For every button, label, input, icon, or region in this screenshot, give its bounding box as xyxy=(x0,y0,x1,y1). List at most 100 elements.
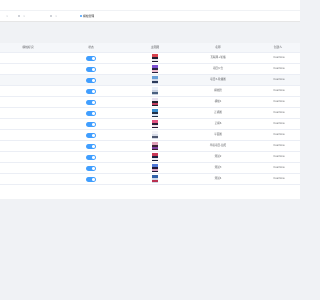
status-toggle[interactable] xyxy=(86,166,96,171)
banner-name: 项目公告 xyxy=(212,67,224,70)
table-row[interactable]: 平面图 Cusmine xyxy=(0,130,300,141)
creator-name: Cusmine xyxy=(273,122,285,125)
thumbnail-band xyxy=(152,103,158,105)
thumbnail-band xyxy=(152,54,158,57)
thumbnail-band xyxy=(152,109,158,112)
creator-name: Cusmine xyxy=(273,144,285,147)
toggle-knob xyxy=(91,111,96,116)
status-toggle[interactable] xyxy=(86,144,96,149)
thumbnail-band xyxy=(152,92,158,94)
toggle-knob xyxy=(91,67,96,72)
dot-icon xyxy=(18,15,20,17)
table-row[interactable]: 正横6 Cusmine xyxy=(0,119,300,130)
thumbnail-band xyxy=(152,131,158,134)
creator-name: Cusmine xyxy=(273,56,285,59)
table-row[interactable]: 横幅1 Cusmine xyxy=(0,97,300,108)
creator-name: Cusmine xyxy=(273,78,285,81)
thumbnail-band xyxy=(152,76,158,79)
creator-name: Cusmine xyxy=(273,166,285,169)
banner-thumbnail[interactable] xyxy=(152,87,158,95)
close-icon[interactable]: × xyxy=(55,14,57,18)
table-row[interactable]: 测试2 Cusmine xyxy=(0,152,300,163)
banner-table: 横幅标识 状态 主图图 名称 创建人 互联网+轮播 Cusmine 项目公告 Cusm… xyxy=(0,43,300,199)
thumbnail-band xyxy=(152,158,158,160)
table-row[interactable]: 项目3-轮播图 Cusmine xyxy=(0,75,300,86)
banner-name: 互联网+轮播 xyxy=(210,56,226,59)
banner-name: 测试2 xyxy=(214,155,222,158)
creator-name: Cusmine xyxy=(273,67,285,70)
table-row[interactable]: 横幅管 Cusmine xyxy=(0,86,300,97)
banner-thumbnail[interactable] xyxy=(152,153,158,161)
toggle-knob xyxy=(91,78,96,83)
toggle-knob xyxy=(91,89,96,94)
status-toggle[interactable] xyxy=(86,155,96,160)
table-row[interactable]: 项目公告 Cusmine xyxy=(0,64,300,75)
column-header-image: 主图图 xyxy=(150,45,160,49)
creator-name: Cusmine xyxy=(273,100,285,103)
toggle-knob xyxy=(91,144,96,149)
status-toggle[interactable] xyxy=(86,133,96,138)
status-toggle[interactable] xyxy=(86,67,96,72)
dot-icon xyxy=(80,15,82,17)
table-row[interactable]: 测试4 Cusmine xyxy=(0,174,300,185)
banner-name: 早稻项目-益阳 xyxy=(209,144,227,147)
thumbnail-band xyxy=(152,87,158,90)
tab-3[interactable]: × xyxy=(50,14,57,19)
tab-1[interactable]: × xyxy=(4,14,8,19)
thumbnail-band xyxy=(152,142,158,145)
status-toggle[interactable] xyxy=(86,100,96,105)
thumbnail-band xyxy=(152,180,158,182)
banner-name: 项目3-轮播图 xyxy=(210,78,226,81)
thumbnail-band xyxy=(152,147,158,149)
thumbnail-band xyxy=(152,81,158,83)
banner-name: 测试3 xyxy=(214,166,222,169)
thumbnail-band xyxy=(152,175,158,178)
thumbnail-band xyxy=(152,125,158,127)
banner-name: 横幅1 xyxy=(214,100,222,103)
status-toggle[interactable] xyxy=(86,122,96,127)
dot-icon xyxy=(50,15,52,17)
creator-name: Cusmine xyxy=(273,111,285,114)
banner-thumbnail[interactable] xyxy=(152,120,158,128)
banner-thumbnail[interactable] xyxy=(152,65,158,73)
table-row[interactable]: 互联网+轮播 Cusmine xyxy=(0,53,300,64)
column-header-name: 名称 xyxy=(215,45,221,49)
thumbnail-band xyxy=(152,120,158,123)
column-header-creator: 创建人 xyxy=(273,45,283,49)
thumbnail-band xyxy=(152,169,158,171)
thumbnail-band xyxy=(152,164,158,167)
toggle-knob xyxy=(91,122,96,127)
banner-name: 平面图 xyxy=(214,133,222,136)
close-icon[interactable]: × xyxy=(6,14,8,18)
toggle-knob xyxy=(91,133,96,138)
close-icon[interactable]: × xyxy=(23,14,25,18)
creator-name: Cusmine xyxy=(273,155,285,158)
creator-name: Cusmine xyxy=(273,89,285,92)
table-row[interactable]: 测试3 Cusmine xyxy=(0,163,300,174)
banner-thumbnail[interactable] xyxy=(152,76,158,84)
thumbnail-band xyxy=(152,70,158,72)
table-header: 横幅标识 状态 主图图 名称 创建人 xyxy=(0,43,300,53)
banner-thumbnail[interactable] xyxy=(152,131,158,139)
status-toggle[interactable] xyxy=(86,177,96,182)
banner-thumbnail[interactable] xyxy=(152,142,158,150)
status-toggle[interactable] xyxy=(86,78,96,83)
banner-thumbnail[interactable] xyxy=(152,54,158,62)
table-row[interactable]: 正横图 Cusmine xyxy=(0,108,300,119)
toggle-knob xyxy=(91,155,96,160)
tab-banner-manage[interactable]: 横幅管理 xyxy=(80,14,94,19)
tabs-bar: × × × 横幅管理 xyxy=(0,11,300,22)
thumbnail-band xyxy=(152,114,158,116)
banner-thumbnail[interactable] xyxy=(152,98,158,106)
creator-name: Cusmine xyxy=(273,177,285,180)
banner-thumbnail[interactable] xyxy=(152,109,158,117)
status-toggle[interactable] xyxy=(86,56,96,61)
tab-2[interactable]: × xyxy=(18,14,25,19)
status-toggle[interactable] xyxy=(86,111,96,116)
table-row[interactable]: 早稻项目-益阳 Cusmine xyxy=(0,141,300,152)
status-toggle[interactable] xyxy=(86,89,96,94)
creator-name: Cusmine xyxy=(273,133,285,136)
banner-name: 正横6 xyxy=(214,122,222,125)
banner-thumbnail[interactable] xyxy=(152,175,158,183)
banner-thumbnail[interactable] xyxy=(152,164,158,172)
